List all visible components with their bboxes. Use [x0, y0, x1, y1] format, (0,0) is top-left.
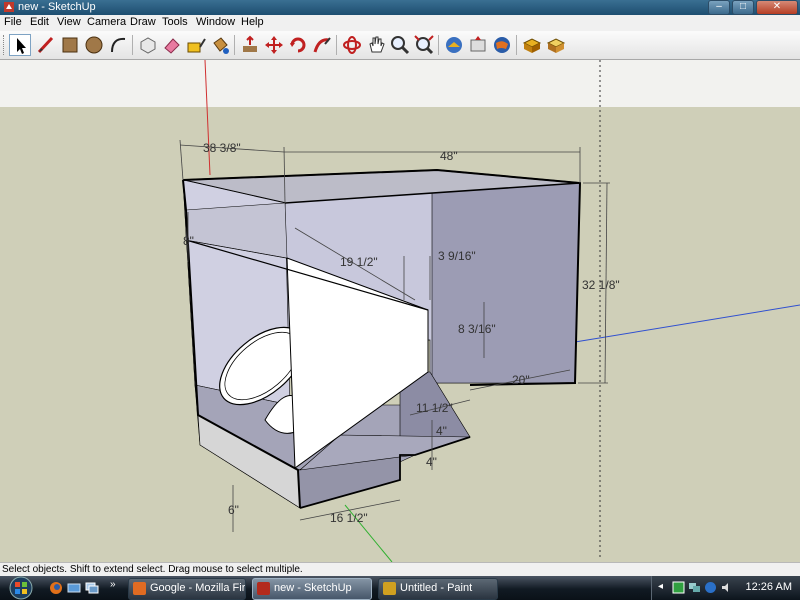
dim-4-lower: 4": [426, 455, 437, 469]
model-canvas[interactable]: 38 3/8" 48" 8" 19 1/2" 3 9/16" 32 1/8" 8…: [0, 60, 800, 562]
more-quicklaunch-icon[interactable]: »: [110, 579, 116, 590]
line-tool-icon[interactable]: [35, 34, 57, 56]
clock[interactable]: 12:26 AM: [746, 581, 792, 593]
taskbar: » Google - Mozilla Fir... new - SketchUp…: [0, 576, 800, 600]
tray-expand-icon[interactable]: ◂: [658, 581, 663, 592]
dim-19-1-2: 19 1/2": [340, 255, 378, 269]
menu-camera[interactable]: Camera: [87, 16, 126, 28]
minimize-button[interactable]: –: [708, 0, 730, 15]
tray-network-icon[interactable]: [688, 581, 701, 594]
taskbar-item-label: Untitled - Paint: [400, 582, 473, 594]
sky: [0, 60, 800, 107]
toolbar-grip[interactable]: [3, 35, 7, 55]
title-bar: new - SketchUp – □ ✕: [0, 0, 800, 15]
google-earth-icon[interactable]: [491, 34, 513, 56]
arc-tool-icon[interactable]: [107, 34, 129, 56]
dim-48: 48": [440, 149, 458, 163]
status-bar: Select objects. Shift to extend select. …: [0, 562, 800, 577]
paint-icon: [383, 582, 396, 595]
sketchup-icon: [257, 582, 270, 595]
toolbar: [0, 31, 800, 60]
tape-measure-icon[interactable]: [185, 34, 207, 56]
materials-icon[interactable]: [545, 34, 567, 56]
switch-windows-icon[interactable]: [85, 581, 99, 595]
rectangle-tool-icon[interactable]: [59, 34, 81, 56]
window-title: new - SketchUp: [18, 1, 96, 13]
push-pull-icon[interactable]: [239, 34, 261, 56]
start-button[interactable]: [4, 576, 38, 600]
firefox-icon: [133, 582, 146, 595]
status-text: Select objects. Shift to extend select. …: [2, 564, 303, 575]
eraser-tool-icon[interactable]: [161, 34, 183, 56]
menu-edit[interactable]: Edit: [30, 16, 49, 28]
make-component-icon[interactable]: [137, 34, 159, 56]
menu-help[interactable]: Help: [241, 16, 264, 28]
zoom-tool-icon[interactable]: [389, 34, 411, 56]
tray-info-icon[interactable]: [704, 581, 717, 594]
menu-tools[interactable]: Tools: [162, 16, 188, 28]
share-model-icon[interactable]: [467, 34, 489, 56]
dim-8: 8": [183, 234, 194, 248]
menu-bar: File Edit View Camera Draw Tools Window …: [0, 15, 800, 32]
modeling-viewport[interactable]: 38 3/8" 48" 8" 19 1/2" 3 9/16" 32 1/8" 8…: [0, 60, 800, 562]
dim-11-1-2: 11 1/2": [416, 401, 453, 415]
dim-3-9-16: 3 9/16": [438, 249, 476, 263]
components-icon[interactable]: [521, 34, 543, 56]
firefox-quicklaunch-icon[interactable]: [49, 581, 63, 595]
circle-tool-icon[interactable]: [83, 34, 105, 56]
menu-window[interactable]: Window: [196, 16, 235, 28]
close-button[interactable]: ✕: [756, 0, 798, 15]
sketchup-app-icon: [4, 2, 14, 12]
dim-32-1-8: 32 1/8": [582, 278, 620, 292]
dim-6: 6": [228, 503, 239, 517]
dim-4-upper: 4": [436, 424, 447, 438]
maximize-button[interactable]: □: [732, 0, 754, 15]
menu-draw[interactable]: Draw: [130, 16, 156, 28]
follow-me-icon[interactable]: [311, 34, 333, 56]
system-tray: ◂ 12:26 AM: [651, 576, 800, 600]
taskbar-item-firefox[interactable]: Google - Mozilla Fir...: [128, 578, 246, 600]
menu-file[interactable]: File: [4, 16, 22, 28]
tray-app-icon[interactable]: [672, 581, 685, 594]
taskbar-item-paint[interactable]: Untitled - Paint: [378, 578, 498, 600]
taskbar-item-label: Google - Mozilla Fir...: [150, 582, 246, 594]
dim-38-3-8: 38 3/8": [203, 141, 241, 155]
move-tool-icon[interactable]: [263, 34, 285, 56]
rotate-tool-icon[interactable]: [287, 34, 309, 56]
show-desktop-icon[interactable]: [67, 581, 81, 595]
paint-bucket-icon[interactable]: [209, 34, 231, 56]
taskbar-item-label: new - SketchUp: [274, 582, 352, 594]
dim-8-3-16: 8 3/16": [458, 322, 496, 336]
dim-20: 20": [512, 373, 530, 387]
pan-tool-icon[interactable]: [365, 34, 387, 56]
menu-view[interactable]: View: [57, 16, 81, 28]
dim-16-1-2: 16 1/2": [330, 511, 368, 525]
taskbar-item-sketchup[interactable]: new - SketchUp: [252, 578, 372, 600]
tray-volume-icon[interactable]: [720, 581, 733, 594]
orbit-tool-icon[interactable]: [341, 34, 363, 56]
zoom-extents-icon[interactable]: [413, 34, 435, 56]
select-tool-icon[interactable]: [9, 34, 31, 56]
get-models-icon[interactable]: [443, 34, 465, 56]
